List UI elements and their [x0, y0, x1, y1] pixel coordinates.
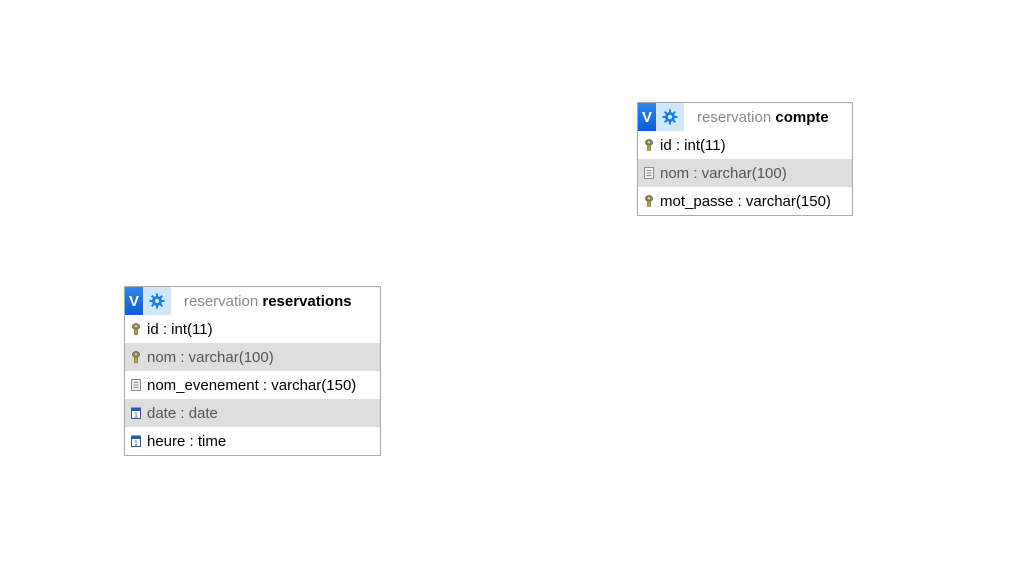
column-label: heure : time [147, 432, 227, 450]
column-row[interactable]: date : date [125, 399, 380, 427]
column-row[interactable]: id : int(11) [638, 131, 852, 159]
table-title[interactable]: reservation compte [684, 109, 829, 126]
table-settings-button[interactable] [656, 103, 684, 131]
text-field-icon [131, 379, 141, 391]
table-title[interactable]: reservation reservations [171, 293, 352, 310]
column-row[interactable]: nom : varchar(100) [125, 343, 380, 371]
table-name: reservations [262, 292, 352, 310]
table-header: V reservation reservations [125, 287, 380, 315]
toggle-label: V [128, 292, 139, 310]
gear-icon [662, 109, 678, 125]
toggle-columns-button[interactable]: V [638, 103, 656, 131]
column-label: id : int(11) [660, 136, 726, 154]
column-label: nom : varchar(100) [660, 164, 787, 182]
column-row[interactable]: nom : varchar(100) [638, 159, 852, 187]
toggle-columns-button[interactable]: V [125, 287, 143, 315]
column-row[interactable]: nom_evenement : varchar(150) [125, 371, 380, 399]
table-settings-button[interactable] [143, 287, 171, 315]
column-row[interactable]: heure : time [125, 427, 380, 455]
key-icon [131, 323, 141, 335]
key-icon [644, 139, 654, 151]
database-name: reservation [184, 292, 259, 310]
key-icon [644, 195, 654, 207]
column-label: nom : varchar(100) [147, 348, 274, 366]
column-label: id : int(11) [147, 320, 213, 338]
text-field-icon [644, 167, 654, 179]
column-label: date : date [147, 404, 218, 422]
toggle-label: V [641, 108, 652, 126]
calendar-icon [131, 407, 141, 419]
database-name: reservation [697, 108, 772, 126]
key-icon [131, 351, 141, 363]
table-reservations[interactable]: V reservation reservations id : int(11) … [124, 286, 381, 456]
table-header: V reservation compte [638, 103, 852, 131]
calendar-icon [131, 435, 141, 447]
table-compte[interactable]: V reservation compte id : int(11) nom : … [637, 102, 853, 216]
table-name: compte [775, 108, 829, 126]
gear-icon [149, 293, 165, 309]
column-label: mot_passe : varchar(150) [660, 192, 831, 210]
column-row[interactable]: mot_passe : varchar(150) [638, 187, 852, 215]
column-label: nom_evenement : varchar(150) [147, 376, 357, 394]
column-row[interactable]: id : int(11) [125, 315, 380, 343]
